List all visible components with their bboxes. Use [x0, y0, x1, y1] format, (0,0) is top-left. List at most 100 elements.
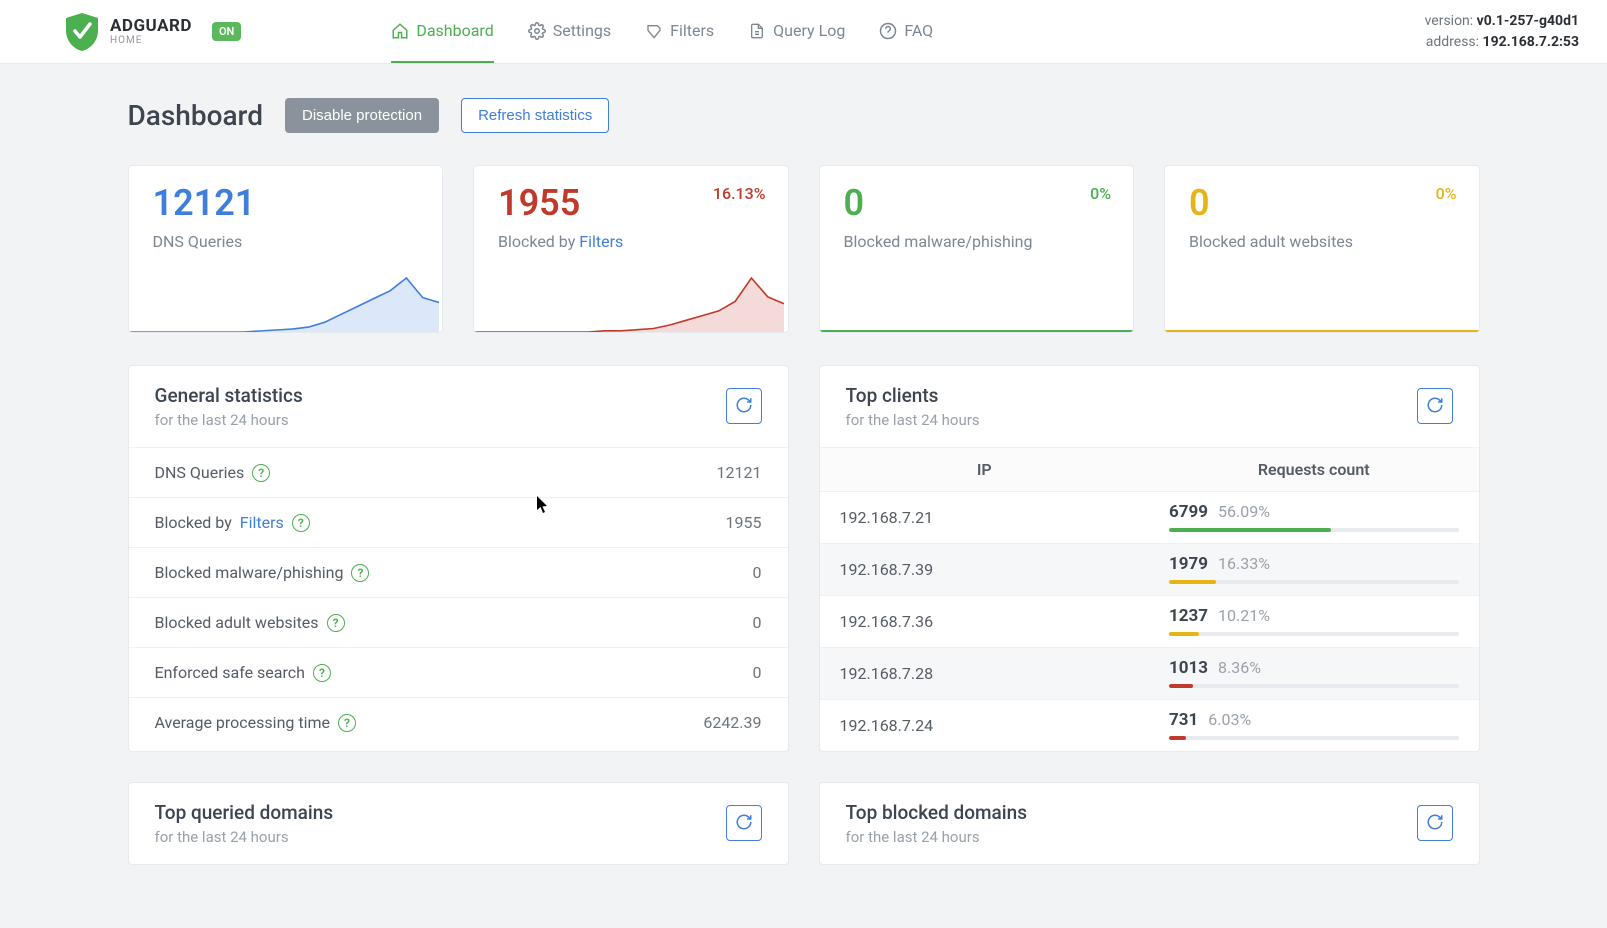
- topclients-subtitle: for the last 24 hours: [846, 411, 980, 429]
- card-malware-pct: 0%: [1090, 184, 1111, 203]
- brand[interactable]: ADGUARD HOME ON: [64, 12, 241, 52]
- disable-protection-button[interactable]: Disable protection: [285, 98, 439, 133]
- general-rows: DNS Queries ? 12121 Blocked by Filters ?19…: [129, 448, 788, 747]
- client-ip: 192.168.7.21: [820, 492, 1150, 543]
- general-refresh-button[interactable]: [726, 388, 762, 424]
- client-ip: 192.168.7.36: [820, 596, 1150, 647]
- general-row-label: DNS Queries ?: [155, 463, 271, 482]
- page-title: Dashboard: [128, 99, 263, 132]
- help-icon[interactable]: ?: [327, 614, 345, 632]
- general-row-label: Average processing time ?: [155, 713, 357, 732]
- page-container: Dashboard Disable protection Refresh sta…: [64, 64, 1544, 905]
- topclients-title: Top clients: [846, 384, 980, 407]
- card-blocked-filters: 16.13% 1955 Blocked by Filters: [473, 165, 789, 333]
- address-value: 192.168.7.2:53: [1483, 34, 1579, 50]
- general-row: Blocked by Filters ?1955: [129, 498, 788, 548]
- general-row-label: Blocked malware/phishing ?: [155, 563, 370, 582]
- file-icon: [748, 22, 766, 40]
- filter-icon: [645, 22, 663, 40]
- card-dns-queries: 12121 DNS Queries: [128, 165, 444, 333]
- client-bar: [1169, 580, 1459, 584]
- card-malware-label: Blocked malware/phishing: [844, 232, 1110, 251]
- help-icon[interactable]: ?: [313, 664, 331, 682]
- client-count: 1979: [1169, 554, 1208, 574]
- card-blocked-adult: 0% 0 Blocked adult websites: [1164, 165, 1480, 333]
- card-adult-baseline: [1165, 330, 1479, 332]
- client-pct: 16.33%: [1218, 554, 1270, 573]
- general-row-value: 0: [753, 613, 762, 632]
- address-label: address:: [1426, 34, 1479, 50]
- nav-settings[interactable]: Settings: [528, 0, 611, 63]
- topblocked-refresh-button[interactable]: [1417, 805, 1453, 841]
- nav-label: Query Log: [773, 21, 845, 40]
- topbar: ADGUARD HOME ON Dashboard Settings Filters…: [0, 0, 1607, 64]
- general-row-label: Blocked adult websites ?: [155, 613, 345, 632]
- general-subtitle: for the last 24 hours: [155, 411, 303, 429]
- card-adult-pct: 0%: [1436, 184, 1457, 203]
- protection-on-badge: ON: [212, 22, 241, 41]
- nav-label: FAQ: [904, 21, 933, 40]
- topbar-info: version: v0.1-257-g40d1 address: 192.168…: [1425, 11, 1579, 53]
- refresh-statistics-button[interactable]: Refresh statistics: [461, 98, 609, 133]
- refresh-icon: [1426, 396, 1444, 417]
- version-label: version:: [1425, 13, 1474, 29]
- gear-icon: [528, 22, 546, 40]
- card-filters-pct: 16.13%: [713, 184, 766, 203]
- client-bar: [1169, 528, 1459, 532]
- nav-label: Filters: [670, 21, 714, 40]
- mid-panels: General statistics for the last 24 hours…: [128, 365, 1480, 752]
- client-ip: 192.168.7.28: [820, 648, 1150, 699]
- client-count: 6799: [1169, 502, 1208, 522]
- client-bar: [1169, 684, 1459, 688]
- panel-top-queried: Top queried domains for the last 24 hour…: [128, 782, 789, 865]
- client-pct: 10.21%: [1218, 606, 1270, 625]
- topclients-head-ip: IP: [820, 448, 1150, 491]
- general-row-value: 12121: [717, 463, 762, 482]
- help-icon[interactable]: ?: [292, 514, 310, 532]
- nav-faq[interactable]: FAQ: [879, 0, 933, 63]
- brand-name: ADGUARD: [110, 18, 192, 35]
- card-blocked-malware: 0% 0 Blocked malware/phishing: [819, 165, 1135, 333]
- nav-query-log[interactable]: Query Log: [748, 0, 845, 63]
- topqueried-subtitle: for the last 24 hours: [155, 828, 334, 846]
- help-icon[interactable]: ?: [351, 564, 369, 582]
- topclients-row: 192.168.7.2810138.36%: [820, 648, 1479, 700]
- general-row-label: Enforced safe search ?: [155, 663, 331, 682]
- brand-text: ADGUARD HOME: [110, 18, 192, 46]
- general-row: Blocked malware/phishing ? 0: [129, 548, 788, 598]
- filters-link[interactable]: Filters: [240, 513, 284, 532]
- help-icon[interactable]: ?: [252, 464, 270, 482]
- brand-sub: HOME: [110, 35, 192, 46]
- panel-top-clients: Top clients for the last 24 hours IP Req…: [819, 365, 1480, 752]
- filters-link[interactable]: Filters: [579, 232, 623, 251]
- bottom-panels: Top queried domains for the last 24 hour…: [128, 782, 1480, 865]
- topblocked-subtitle: for the last 24 hours: [846, 828, 1028, 846]
- topclients-row: 192.168.7.36 1237 10.21%: [820, 596, 1479, 648]
- card-filters-label: Blocked by Filters: [498, 232, 764, 251]
- stat-cards: 12121 DNS Queries 16.13% 1955 Blocked by…: [128, 165, 1480, 333]
- nav-filters[interactable]: Filters: [645, 0, 714, 63]
- refresh-icon: [735, 396, 753, 417]
- general-row: Enforced safe search ?0: [129, 648, 788, 698]
- client-count: 1237: [1169, 606, 1208, 626]
- client-bar: [1169, 632, 1459, 636]
- version-value: v0.1-257-g40d1: [1477, 13, 1579, 29]
- client-requests: 1237 10.21%: [1149, 596, 1479, 647]
- card-dns-label: DNS Queries: [153, 232, 419, 251]
- general-row: DNS Queries ? 12121: [129, 448, 788, 498]
- help-icon[interactable]: ?: [338, 714, 356, 732]
- client-pct: 56.09%: [1218, 502, 1270, 521]
- client-requests: 1979 16.33%: [1149, 544, 1479, 595]
- topqueried-refresh-button[interactable]: [726, 805, 762, 841]
- general-row-value: 0: [753, 563, 762, 582]
- card-adult-label: Blocked adult websites: [1189, 232, 1455, 251]
- card-malware-value: 0: [844, 184, 1110, 224]
- home-icon: [391, 22, 409, 40]
- cursor-icon: [537, 496, 549, 514]
- topclients-refresh-button[interactable]: [1417, 388, 1453, 424]
- client-ip: 192.168.7.24: [820, 700, 1150, 751]
- nav-dashboard[interactable]: Dashboard: [391, 0, 493, 63]
- client-pct: 8.36%: [1218, 658, 1261, 677]
- topblocked-title: Top blocked domains: [846, 801, 1028, 824]
- topclients-row: 192.168.7.247316.03%: [820, 700, 1479, 751]
